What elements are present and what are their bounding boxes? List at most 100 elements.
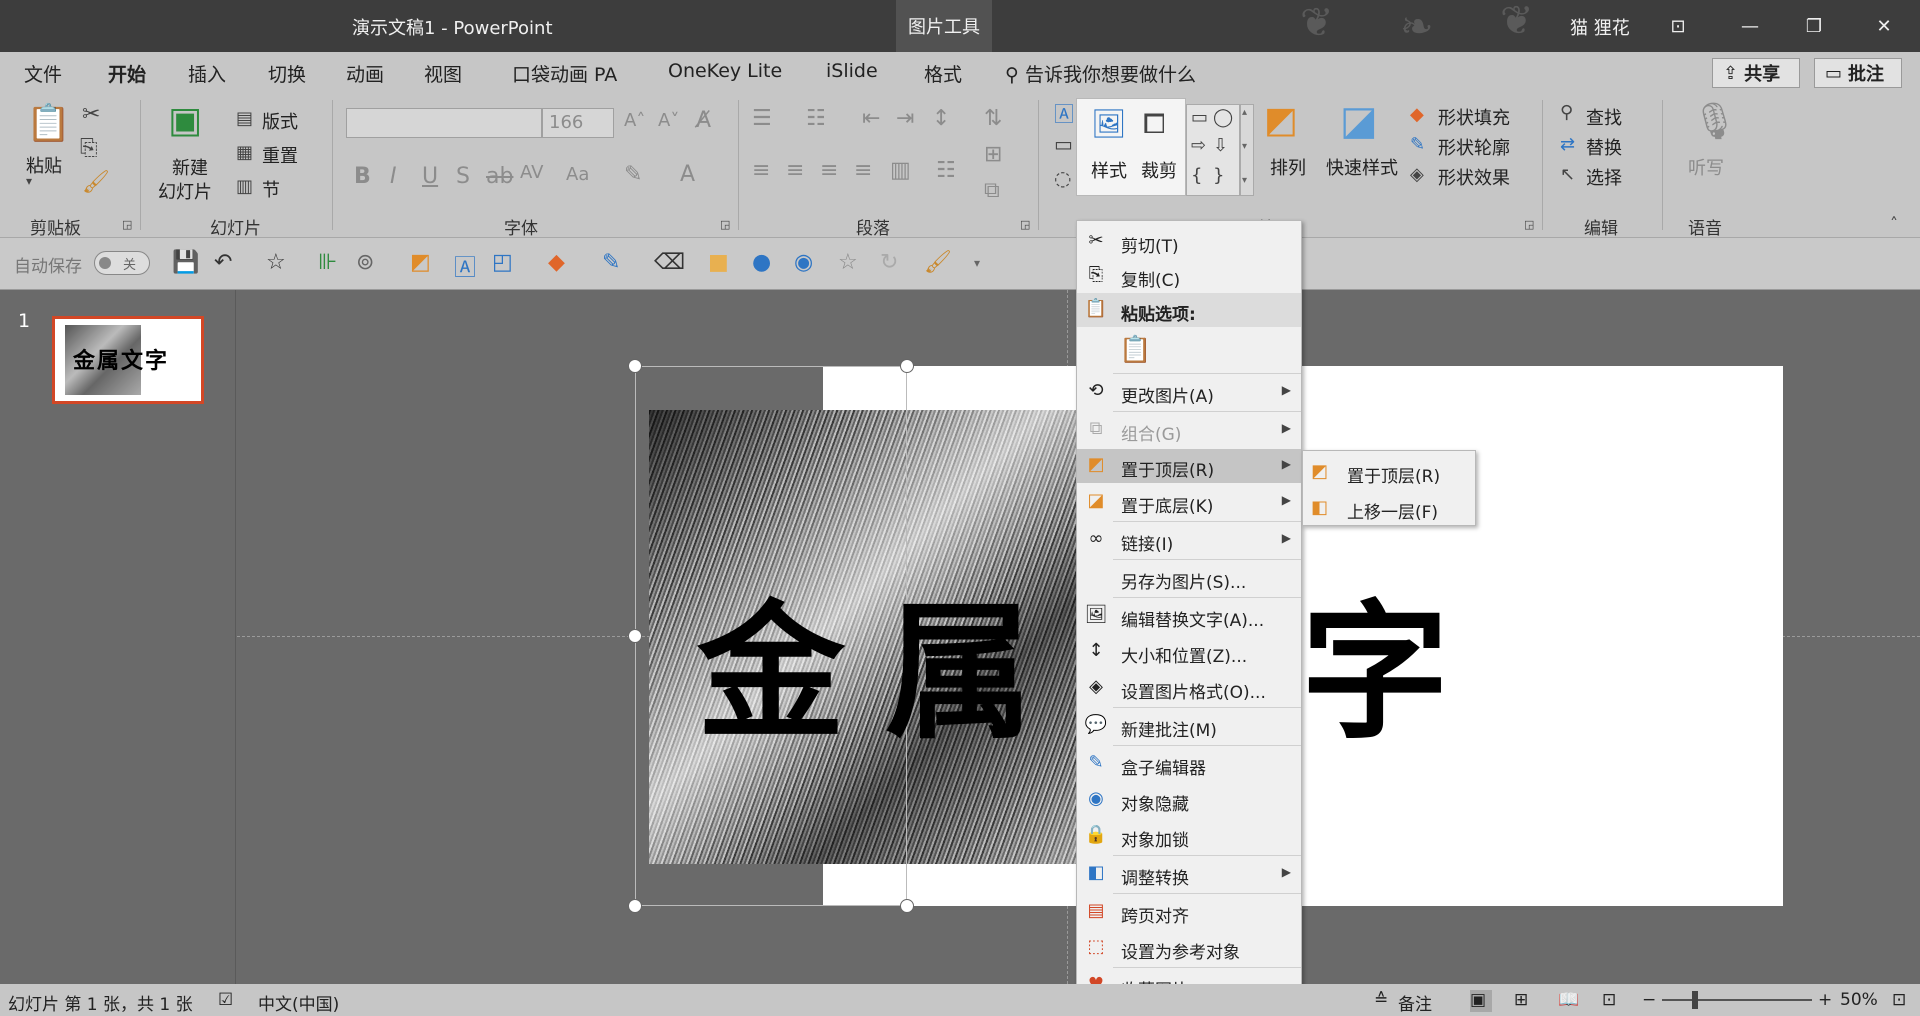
menu-item-lock-object[interactable]: 🔒 对象加锁 [1077,819,1301,853]
paste-keep-formatting-icon[interactable]: 📋 [1119,335,1151,365]
circle-shape-qat-icon[interactable]: ● [752,250,771,275]
user-name[interactable]: 猫 狸花 [1570,14,1630,40]
menu-item-change-picture[interactable]: ⟲ 更改图片(A) ▶ [1077,375,1301,409]
replace-button[interactable]: 替换 [1586,134,1622,160]
section-button[interactable]: 节 [262,176,280,202]
menu-item-link[interactable]: ∞ 链接(I) ▶ [1077,523,1301,557]
picture-style-button[interactable]: 样式 [1091,157,1127,183]
slide-title-text-right[interactable]: 字 [1301,552,1449,767]
slide-sorter-icon[interactable]: ⊞ [1514,990,1528,1010]
outline-color-qat-icon[interactable]: ✎ [602,250,620,275]
fill-color-qat-icon[interactable]: ◆ [548,250,565,275]
customize-qat-icon[interactable]: ▾ [974,256,980,270]
zoom-in-button[interactable]: + [1818,990,1832,1010]
format-painter-icon[interactable]: 🖌 [82,170,110,195]
quick-styles-button[interactable]: 快速样式 [1326,154,1398,180]
gallery-more-icon[interactable]: ▾ [1242,175,1247,186]
rectangle-shape-icon[interactable]: ▭ [1054,132,1073,156]
resize-handle[interactable] [628,899,642,913]
new-slide-icon[interactable]: ▣ [168,100,202,141]
resize-handle[interactable] [900,359,914,373]
scroll-down-icon[interactable]: ▾ [1242,141,1247,152]
dialog-launcher-icon[interactable]: ◲ [1020,218,1030,231]
replace-icon[interactable]: ⇄ [1560,134,1575,155]
dialog-launcher-icon[interactable]: ◲ [122,218,132,231]
character-spacing-icon[interactable]: AV [520,162,543,183]
slide-thumbnail[interactable]: 金属文字 [52,316,204,404]
tab-file[interactable]: 文件 [24,60,62,87]
close-button[interactable]: ✕ [1856,0,1912,52]
menu-item-save-as-picture[interactable]: 另存为图片(S)... [1077,561,1301,595]
tab-animations[interactable]: 动画 [346,60,384,87]
dialog-launcher-icon[interactable]: ◲ [720,218,730,231]
cut-icon[interactable]: ✂ [82,102,100,127]
zoom-level[interactable]: 50% [1840,990,1878,1010]
autosave-toggle[interactable]: 关 [94,251,150,275]
minimize-button[interactable]: — [1722,0,1778,52]
reset-button[interactable]: 重置 [262,142,298,168]
shape-outline-icon[interactable]: ✎ [1410,134,1425,155]
increase-indent-icon[interactable]: ⇥ [896,106,914,131]
rectangle-shape-icon[interactable]: ▭ [1191,107,1208,128]
highlight-icon[interactable]: ✎ [624,162,642,187]
clear-formatting-icon[interactable]: A̸ [696,108,711,133]
font-color-icon[interactable]: A [680,162,695,187]
language-status[interactable]: 中文(中国) [258,990,339,1015]
zoom-slider-track[interactable] [1662,999,1812,1001]
accessibility-check-icon[interactable]: ☑ [218,990,233,1010]
tab-transitions[interactable]: 切换 [268,60,306,87]
star-outline-qat-icon[interactable]: ☆ [838,250,858,275]
find-icon[interactable]: ⚲ [1560,102,1573,123]
zoom-out-button[interactable]: − [1642,990,1656,1010]
picture-tools-context-tab[interactable]: 图片工具 [896,0,992,52]
layout-button[interactable]: 版式 [262,108,298,134]
tell-me-search[interactable]: ⚲ 告诉我你想要做什么 [1005,60,1196,87]
shape-qat-icon[interactable]: ◰ [492,250,513,275]
shadow-icon[interactable]: S [456,164,470,189]
menu-item-bring-to-front[interactable]: ◩ 置于顶层(R) ▶ [1077,449,1301,483]
resize-handle[interactable] [628,629,642,643]
crop-button[interactable]: 裁剪 [1141,157,1177,183]
brace-left-shape-icon[interactable]: { [1191,165,1202,186]
resize-handle[interactable] [628,359,642,373]
align-icon[interactable]: ⊪ [318,250,337,275]
tab-pocket-animation[interactable]: 口袋动画 PA [512,60,617,87]
arrange-button[interactable]: 排列 [1270,154,1306,180]
menu-item-size-position[interactable]: ↕ 大小和位置(Z)... [1077,635,1301,669]
submenu-item-bring-to-front[interactable]: ◩ 置于顶层(R) [1303,455,1475,489]
bold-icon[interactable]: B [354,164,371,189]
menu-item-adjust-convert[interactable]: ◧ 调整转换 ▶ [1077,857,1301,891]
smartart-icon[interactable]: ⧉ [984,178,1000,203]
normal-view-icon[interactable]: ▣ [1470,990,1492,1012]
menu-item-format-picture[interactable]: ◈ 设置图片格式(O)... [1077,671,1301,705]
new-slide-label-1[interactable]: 新建 [172,154,208,180]
oval-shape-icon[interactable]: ◯ [1213,107,1233,128]
font-size-combobox[interactable]: 166 [542,108,614,138]
justify-icon[interactable]: ≡ [854,158,872,183]
crop-icon[interactable]: ⧠ [1143,107,1165,141]
tab-view[interactable]: 视图 [424,60,462,87]
arrow-right-shape-icon[interactable]: ⇨ [1191,135,1206,156]
shapes-gallery-scroll[interactable]: ▴ ▾ ▾ [1240,104,1254,196]
submenu-item-bring-forward[interactable]: ◧ 上移一层(F) [1303,491,1475,525]
shape-fill-button[interactable]: 形状填充 [1438,104,1510,130]
italic-icon[interactable]: I [390,164,397,189]
dictate-button[interactable]: 听写 [1688,154,1724,180]
shape-outline-button[interactable]: 形状轮廓 [1438,134,1510,160]
merge-shapes-icon[interactable]: ⊚ [356,250,374,275]
callout-shape-icon[interactable]: ◌ [1054,166,1071,190]
menu-item-new-comment[interactable]: 💬 新建批注(M) [1077,709,1301,743]
tab-home[interactable]: 开始 [108,60,147,95]
slide-title-text-left[interactable]: 金属 [697,552,1073,767]
arrow-down-shape-icon[interactable]: ⇩ [1213,135,1228,156]
text-direction-icon[interactable]: ⇅ [984,106,1002,131]
font-name-combobox[interactable] [346,108,542,138]
text-box-qat-icon[interactable]: 🄰 [454,250,476,282]
menu-item-set-reference[interactable]: ⬚ 设置为参考对象 [1077,931,1301,965]
change-case-icon[interactable]: Aa [566,164,589,185]
shape-effects-icon[interactable]: ◈ [1410,164,1424,185]
ribbon-display-options-button[interactable]: ⊡ [1650,0,1706,52]
text-box-shape-icon[interactable]: 🄰 [1054,98,1074,127]
menu-item-edit-alt-text[interactable]: 🖼 编辑替换文字(A)... [1077,599,1301,633]
select-icon[interactable]: ↖ [1560,164,1575,185]
